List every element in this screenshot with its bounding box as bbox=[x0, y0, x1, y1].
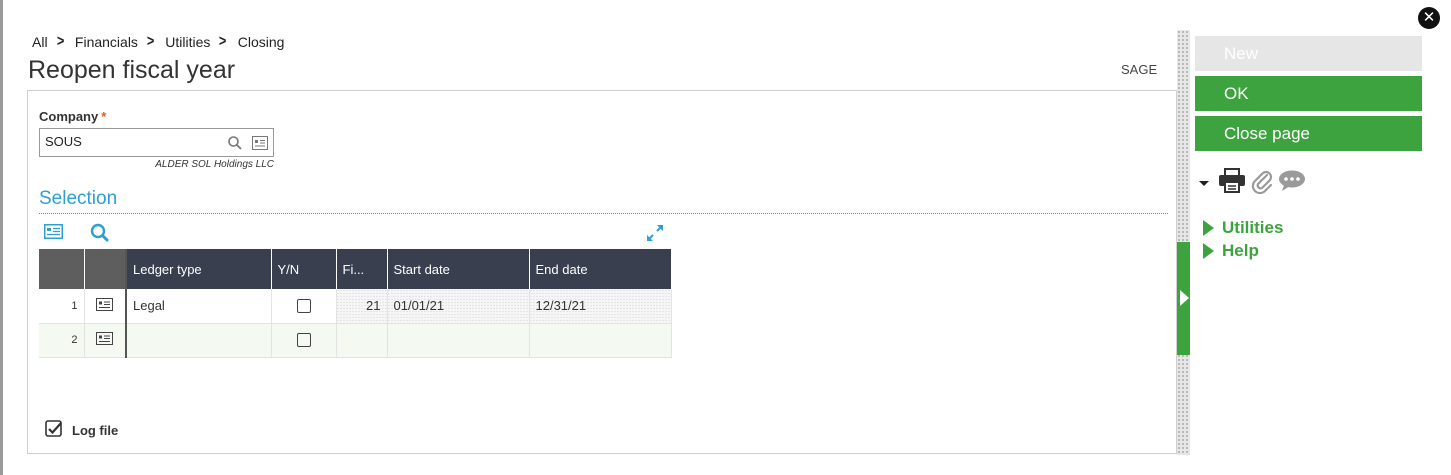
column-header-ledger-type[interactable]: Ledger type bbox=[126, 249, 272, 289]
expand-icon[interactable] bbox=[645, 223, 665, 248]
row-number: 1 bbox=[39, 289, 85, 324]
breadcrumb-separator: > bbox=[146, 33, 155, 50]
table-row[interactable]: 1 Legal 21 01/01/21 12/31/21 bbox=[39, 289, 672, 324]
breadcrumb-item-financials[interactable]: Financials bbox=[75, 34, 138, 50]
log-file-checkbox[interactable] bbox=[45, 420, 63, 441]
detail-card-icon[interactable] bbox=[252, 136, 268, 155]
ledger-type-cell[interactable] bbox=[126, 323, 272, 358]
breadcrumb-separator: > bbox=[56, 33, 64, 50]
yn-cell[interactable] bbox=[271, 289, 337, 324]
new-button[interactable]: New bbox=[1195, 36, 1422, 71]
grid-search-icon[interactable] bbox=[90, 223, 110, 248]
main-panel: Company* ALDER SOL Holdings LLC Selectio… bbox=[27, 90, 1177, 454]
page-title: Reopen fiscal year bbox=[28, 56, 236, 84]
company-field[interactable] bbox=[39, 128, 274, 157]
company-label: Company * bbox=[39, 109, 106, 124]
column-header-rownum bbox=[39, 249, 85, 289]
splitter-toggle[interactable] bbox=[1177, 242, 1190, 355]
breadcrumb-separator: > bbox=[219, 33, 227, 50]
fiscal-cell: 21 bbox=[336, 289, 388, 324]
side-toolbar bbox=[1199, 168, 1310, 199]
column-header-end-date[interactable]: End date bbox=[529, 249, 672, 289]
caret-down-icon[interactable] bbox=[1199, 181, 1209, 186]
company-label-text: Company bbox=[39, 109, 99, 124]
grid-detail-icon[interactable] bbox=[44, 224, 63, 244]
comment-icon[interactable] bbox=[1278, 170, 1306, 197]
breadcrumb-item-all[interactable]: All bbox=[32, 34, 48, 50]
chevron-right-icon bbox=[1180, 290, 1189, 306]
fiscal-cell bbox=[336, 323, 388, 358]
log-file-label: Log file bbox=[72, 423, 119, 438]
close-page-button[interactable]: Close page bbox=[1195, 116, 1422, 151]
ok-button[interactable]: OK bbox=[1195, 76, 1422, 111]
close-icon[interactable]: ✕ bbox=[1418, 7, 1440, 29]
left-edge-strip bbox=[0, 0, 3, 475]
company-description: ALDER SOL Holdings LLC bbox=[155, 159, 274, 170]
start-date-cell: 01/01/21 bbox=[387, 289, 530, 324]
column-header-start-date[interactable]: Start date bbox=[387, 249, 530, 289]
row-number: 2 bbox=[39, 323, 85, 358]
search-icon[interactable] bbox=[227, 135, 243, 156]
section-divider bbox=[39, 213, 1168, 214]
breadcrumb-item-closing[interactable]: Closing bbox=[238, 34, 285, 50]
log-file-option[interactable]: Log file bbox=[45, 420, 118, 441]
column-header-detail bbox=[84, 249, 127, 289]
utilities-link[interactable]: Utilities bbox=[1203, 218, 1283, 238]
utilities-link-label: Utilities bbox=[1222, 218, 1284, 237]
end-date-cell bbox=[529, 323, 672, 358]
yn-checkbox[interactable] bbox=[296, 298, 311, 313]
print-icon[interactable] bbox=[1218, 168, 1246, 199]
expand-triangle-icon bbox=[1203, 243, 1214, 259]
help-link[interactable]: Help bbox=[1203, 241, 1259, 261]
column-header-fiscal[interactable]: Fi... bbox=[336, 249, 388, 289]
grid-header-row: Ledger type Y/N Fi... Start date End dat… bbox=[39, 249, 672, 289]
attachment-icon[interactable] bbox=[1250, 168, 1274, 199]
table-row[interactable]: 2 bbox=[39, 323, 672, 358]
breadcrumb: All > Financials > Utilities > Closing bbox=[32, 33, 284, 51]
row-detail-icon[interactable] bbox=[84, 289, 127, 324]
selection-grid: Ledger type Y/N Fi... Start date End dat… bbox=[39, 249, 672, 358]
folder-label: SAGE bbox=[1121, 62, 1158, 77]
column-header-yn[interactable]: Y/N bbox=[271, 249, 337, 289]
company-input[interactable] bbox=[45, 134, 215, 149]
ledger-type-cell[interactable]: Legal bbox=[126, 289, 272, 324]
start-date-cell bbox=[387, 323, 530, 358]
breadcrumb-item-utilities[interactable]: Utilities bbox=[165, 34, 210, 50]
required-marker: * bbox=[101, 109, 107, 124]
yn-checkbox[interactable] bbox=[296, 333, 311, 347]
help-link-label: Help bbox=[1222, 241, 1259, 260]
expand-triangle-icon bbox=[1203, 220, 1214, 236]
row-detail-icon[interactable] bbox=[84, 323, 127, 358]
yn-cell[interactable] bbox=[271, 323, 337, 358]
section-title-selection: Selection bbox=[39, 188, 118, 209]
end-date-cell: 12/31/21 bbox=[529, 289, 672, 324]
